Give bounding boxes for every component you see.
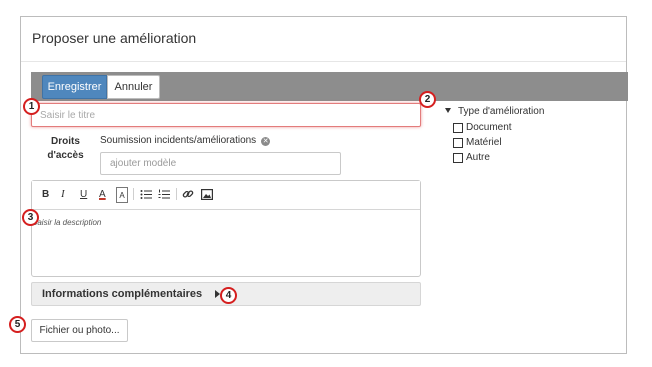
improvement-type-label: Type d'amélioration [458,106,545,117]
background-color-button[interactable]: A [116,187,128,203]
callout-marker-5: 5 [9,316,26,333]
bulleted-list-icon[interactable] [140,187,152,201]
checkbox-icon[interactable] [453,152,463,163]
type-option-other[interactable]: Autre [453,152,490,163]
italic-button[interactable]: I [61,187,65,201]
font-color-button[interactable]: A [99,187,106,201]
type-option-material[interactable]: Matériel [453,137,502,148]
type-option-document[interactable]: Document [453,122,512,133]
callout-marker-3: 3 [22,209,39,226]
access-tag: Soumission incidents/améliorations ✕ [100,135,271,146]
image-icon[interactable] [201,187,213,201]
checkbox-icon[interactable] [453,137,463,148]
description-editor: B I U A A Saisir la description [31,180,421,277]
title-input[interactable] [31,103,421,127]
numbered-list-icon[interactable] [158,187,170,201]
toolbar-divider [133,188,134,200]
model-input[interactable] [100,152,341,175]
save-button[interactable]: Enregistrer [42,75,107,99]
toolbar-divider [176,188,177,200]
caret-down-icon [445,108,451,113]
attach-file-button[interactable]: Fichier ou photo... [31,319,128,342]
link-icon[interactable] [182,187,194,201]
callout-marker-4: 4 [220,287,237,304]
improvement-type-toggle[interactable]: Type d'amélioration [445,106,544,117]
title-divider [21,61,626,62]
access-tag-label: Soumission incidents/améliorations [100,135,257,146]
underline-button[interactable]: U [80,187,87,201]
callout-marker-2: 2 [419,91,436,108]
callout-marker-1: 1 [23,98,40,115]
remove-tag-icon[interactable]: ✕ [261,137,271,146]
bold-button[interactable]: B [42,187,49,201]
access-rights-label: Droits d'accès [47,136,84,161]
action-toolbar: Enregistrer Annuler [31,72,628,101]
checkbox-icon[interactable] [453,122,463,133]
description-placeholder[interactable]: Saisir la description [32,218,101,227]
dialog-title: Proposer une amélioration [32,30,197,46]
cancel-button[interactable]: Annuler [107,75,160,99]
improvement-dialog: Proposer une amélioration Enregistrer An… [20,16,628,354]
editor-toolbar: B I U A A [32,181,420,210]
more-info-label: Informations complémentaires [42,288,203,300]
